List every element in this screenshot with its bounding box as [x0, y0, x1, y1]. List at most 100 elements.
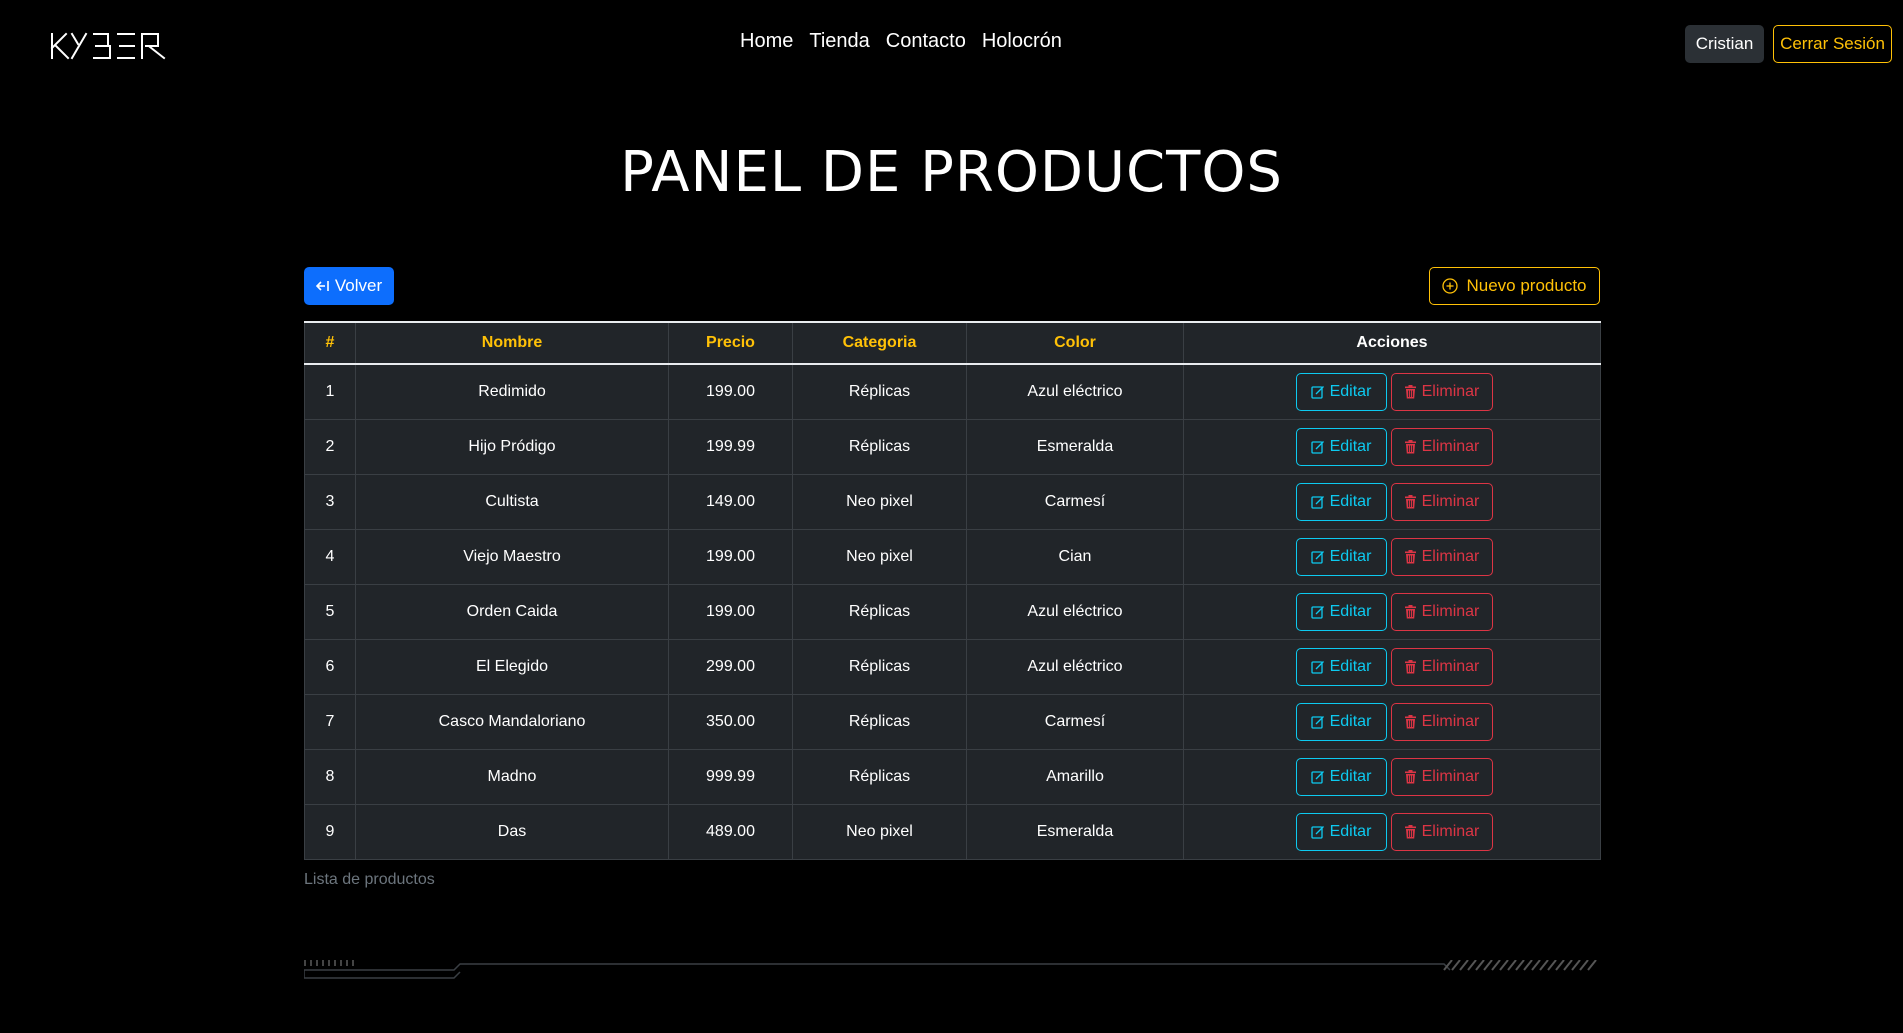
pencil-square-icon	[1310, 386, 1324, 399]
cell-acciones: Editar Eliminar	[1183, 529, 1601, 585]
delete-button-label: Eliminar	[1421, 548, 1480, 565]
edit-button[interactable]: Editar	[1295, 593, 1387, 631]
delete-button[interactable]: Eliminar	[1390, 648, 1493, 686]
header-color: Color	[966, 322, 1184, 364]
back-button[interactable]: Volver	[304, 267, 394, 305]
edit-button[interactable]: Editar	[1295, 813, 1387, 851]
edit-button-label: Editar	[1329, 383, 1372, 400]
cell-categoria: Neo pixel	[792, 804, 967, 860]
cell-precio: 199.99	[668, 419, 793, 475]
trash-icon	[1404, 825, 1416, 839]
table-row: 6 El Elegido 299.00 Réplicas Azul eléctrico E…	[304, 639, 1601, 695]
cell-id: 6	[304, 639, 356, 695]
delete-button[interactable]: Eliminar	[1390, 373, 1493, 411]
edit-button-label: Editar	[1329, 438, 1372, 455]
row-actions: Editar Eliminar	[1184, 703, 1600, 741]
cell-acciones: Editar Eliminar	[1183, 419, 1601, 475]
row-actions: Editar Eliminar	[1184, 483, 1600, 521]
cell-precio: 149.00	[668, 474, 793, 530]
trash-icon	[1404, 770, 1416, 784]
cell-acciones: Editar Eliminar	[1183, 363, 1601, 420]
delete-button[interactable]: Eliminar	[1390, 428, 1493, 466]
row-actions: Editar Eliminar	[1184, 538, 1600, 576]
edit-button[interactable]: Editar	[1295, 703, 1387, 741]
cell-nombre: Casco Mandaloriano	[355, 694, 669, 750]
cell-color: Azul eléctrico	[966, 584, 1184, 640]
delete-button-label: Eliminar	[1421, 768, 1480, 785]
row-actions: Editar Eliminar	[1184, 428, 1600, 466]
table-row: 3 Cultista 149.00 Neo pixel Carmesí Editar Eli…	[304, 474, 1601, 530]
cell-categoria: Neo pixel	[792, 529, 967, 585]
cell-color: Cian	[966, 529, 1184, 585]
row-actions: Editar Eliminar	[1184, 648, 1600, 686]
cell-categoria: Réplicas	[792, 639, 967, 695]
cell-nombre: Viejo Maestro	[355, 529, 669, 585]
kyber-logo[interactable]	[50, 30, 168, 62]
trash-icon	[1404, 440, 1416, 454]
cell-acciones: Editar Eliminar	[1183, 694, 1601, 750]
cell-color: Azul eléctrico	[966, 639, 1184, 695]
edit-button[interactable]: Editar	[1295, 428, 1387, 466]
delete-button[interactable]: Eliminar	[1390, 593, 1493, 631]
table-row: 1 Redimido 199.00 Réplicas Azul eléctrico Edi…	[304, 363, 1601, 420]
cell-acciones: Editar Eliminar	[1183, 584, 1601, 640]
header-categoria: Categoria	[792, 322, 967, 364]
new-product-label: Nuevo producto	[1466, 276, 1587, 295]
table-header-row: # Nombre Precio Categoria Color Acciones	[304, 322, 1601, 364]
cell-precio: 999.99	[668, 749, 793, 805]
table-row: 2 Hijo Pródigo 199.99 Réplicas Esmeralda Edit…	[304, 419, 1601, 475]
cell-categoria: Neo pixel	[792, 474, 967, 530]
cell-id: 4	[304, 529, 356, 585]
header-acciones: Acciones	[1183, 322, 1601, 364]
edit-button[interactable]: Editar	[1295, 483, 1387, 521]
delete-button-label: Eliminar	[1421, 658, 1480, 675]
delete-button-label: Eliminar	[1421, 438, 1480, 455]
nav-link-home[interactable]: Home	[740, 30, 793, 53]
cell-precio: 350.00	[668, 694, 793, 750]
cell-id: 5	[304, 584, 356, 640]
cell-color: Esmeralda	[966, 804, 1184, 860]
delete-button-label: Eliminar	[1421, 713, 1480, 730]
user-button[interactable]: Cristian	[1685, 25, 1764, 63]
trash-icon	[1404, 660, 1416, 674]
edit-button[interactable]: Editar	[1295, 648, 1387, 686]
cell-precio: 299.00	[668, 639, 793, 695]
delete-button[interactable]: Eliminar	[1390, 703, 1493, 741]
edit-button[interactable]: Editar	[1295, 538, 1387, 576]
table-row: 9 Das 489.00 Neo pixel Esmeralda Editar Elimin…	[304, 804, 1601, 860]
cell-categoria: Réplicas	[792, 419, 967, 475]
delete-button-label: Eliminar	[1421, 493, 1480, 510]
footer-decoration	[304, 960, 1597, 979]
cell-id: 7	[304, 694, 356, 750]
table-row: 7 Casco Mandaloriano 350.00 Réplicas Carmesí…	[304, 694, 1601, 750]
trash-icon	[1404, 385, 1416, 399]
row-actions: Editar Eliminar	[1184, 593, 1600, 631]
cell-precio: 199.00	[668, 529, 793, 585]
cell-nombre: Hijo Pródigo	[355, 419, 669, 475]
cell-id: 2	[304, 419, 356, 475]
new-product-button[interactable]: Nuevo producto	[1429, 267, 1600, 305]
cell-id: 8	[304, 749, 356, 805]
delete-button-label: Eliminar	[1421, 603, 1480, 620]
table-row: 5 Orden Caida 199.00 Réplicas Azul eléctrico…	[304, 584, 1601, 640]
cell-acciones: Editar Eliminar	[1183, 474, 1601, 530]
nav-link-tienda[interactable]: Tienda	[809, 30, 869, 53]
edit-button[interactable]: Editar	[1295, 373, 1387, 411]
delete-button[interactable]: Eliminar	[1390, 758, 1493, 796]
delete-button[interactable]: Eliminar	[1390, 483, 1493, 521]
nav-link-holocron[interactable]: Holocrón	[982, 30, 1062, 53]
delete-button[interactable]: Eliminar	[1390, 538, 1493, 576]
edit-button-label: Editar	[1329, 713, 1372, 730]
edit-button-label: Editar	[1329, 603, 1372, 620]
delete-button-label: Eliminar	[1421, 823, 1480, 840]
trash-icon	[1404, 715, 1416, 729]
nav-link-contacto[interactable]: Contacto	[886, 30, 966, 53]
edit-button[interactable]: Editar	[1295, 758, 1387, 796]
cell-nombre: Madno	[355, 749, 669, 805]
cell-categoria: Réplicas	[792, 749, 967, 805]
delete-button[interactable]: Eliminar	[1390, 813, 1493, 851]
edit-button-label: Editar	[1329, 768, 1372, 785]
cell-acciones: Editar Eliminar	[1183, 749, 1601, 805]
logout-button[interactable]: Cerrar Sesión	[1773, 25, 1892, 63]
cell-color: Esmeralda	[966, 419, 1184, 475]
